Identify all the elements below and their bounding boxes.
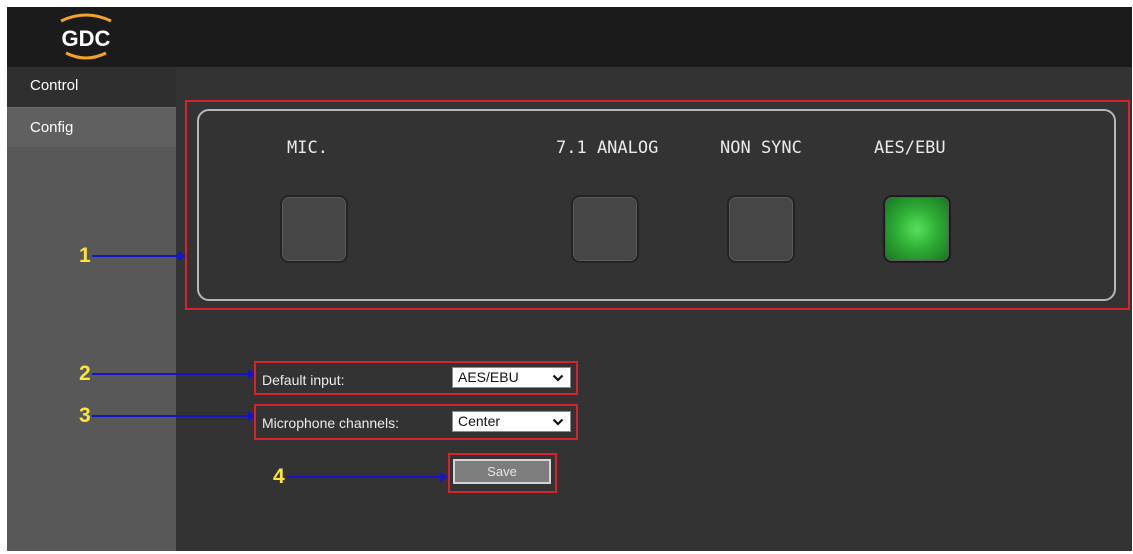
callout-arrow-3 [92, 411, 256, 421]
input-button-aes-ebu[interactable] [883, 195, 951, 263]
callout-number-1: 1 [79, 244, 91, 267]
microphone-channels-value: Center [458, 413, 501, 429]
gdc-logo: GDC [60, 13, 112, 60]
input-button-mic[interactable] [280, 195, 348, 263]
microphone-channels-label: Microphone channels: [262, 415, 399, 431]
default-input-value: AES/EBU [458, 369, 519, 385]
callout-number-4: 4 [273, 465, 285, 488]
chevron-down-icon [552, 418, 564, 426]
default-input-select[interactable]: AES/EBU [452, 367, 571, 388]
input-button-7-1-analog[interactable] [571, 195, 639, 263]
sidebar: Control Config [7, 67, 176, 551]
sidebar-item-control[interactable]: Control [7, 67, 176, 107]
app-window: GDC Control Config MIC. 7.1 ANALOG NON S… [7, 7, 1132, 551]
default-input-label: Default input: [262, 372, 345, 388]
input-label-aes-ebu: AES/EBU [874, 138, 946, 158]
sidebar-item-config[interactable]: Config [7, 107, 176, 147]
input-label-mic: MIC. [287, 138, 328, 158]
svg-text:GDC: GDC [62, 26, 111, 51]
callout-arrow-4 [287, 472, 448, 482]
input-label-7-1-analog: 7.1 ANALOG [556, 138, 659, 158]
input-label-non-sync: NON SYNC [720, 138, 802, 158]
callout-number-2: 2 [79, 362, 91, 385]
microphone-channels-select[interactable]: Center [452, 411, 571, 432]
callout-number-3: 3 [79, 404, 91, 427]
save-button[interactable]: Save [453, 459, 551, 484]
chevron-down-icon [552, 374, 564, 382]
callout-arrow-2 [92, 369, 256, 379]
input-button-non-sync[interactable] [727, 195, 795, 263]
callout-arrow-1 [92, 251, 186, 261]
top-bar: GDC [7, 7, 1132, 67]
